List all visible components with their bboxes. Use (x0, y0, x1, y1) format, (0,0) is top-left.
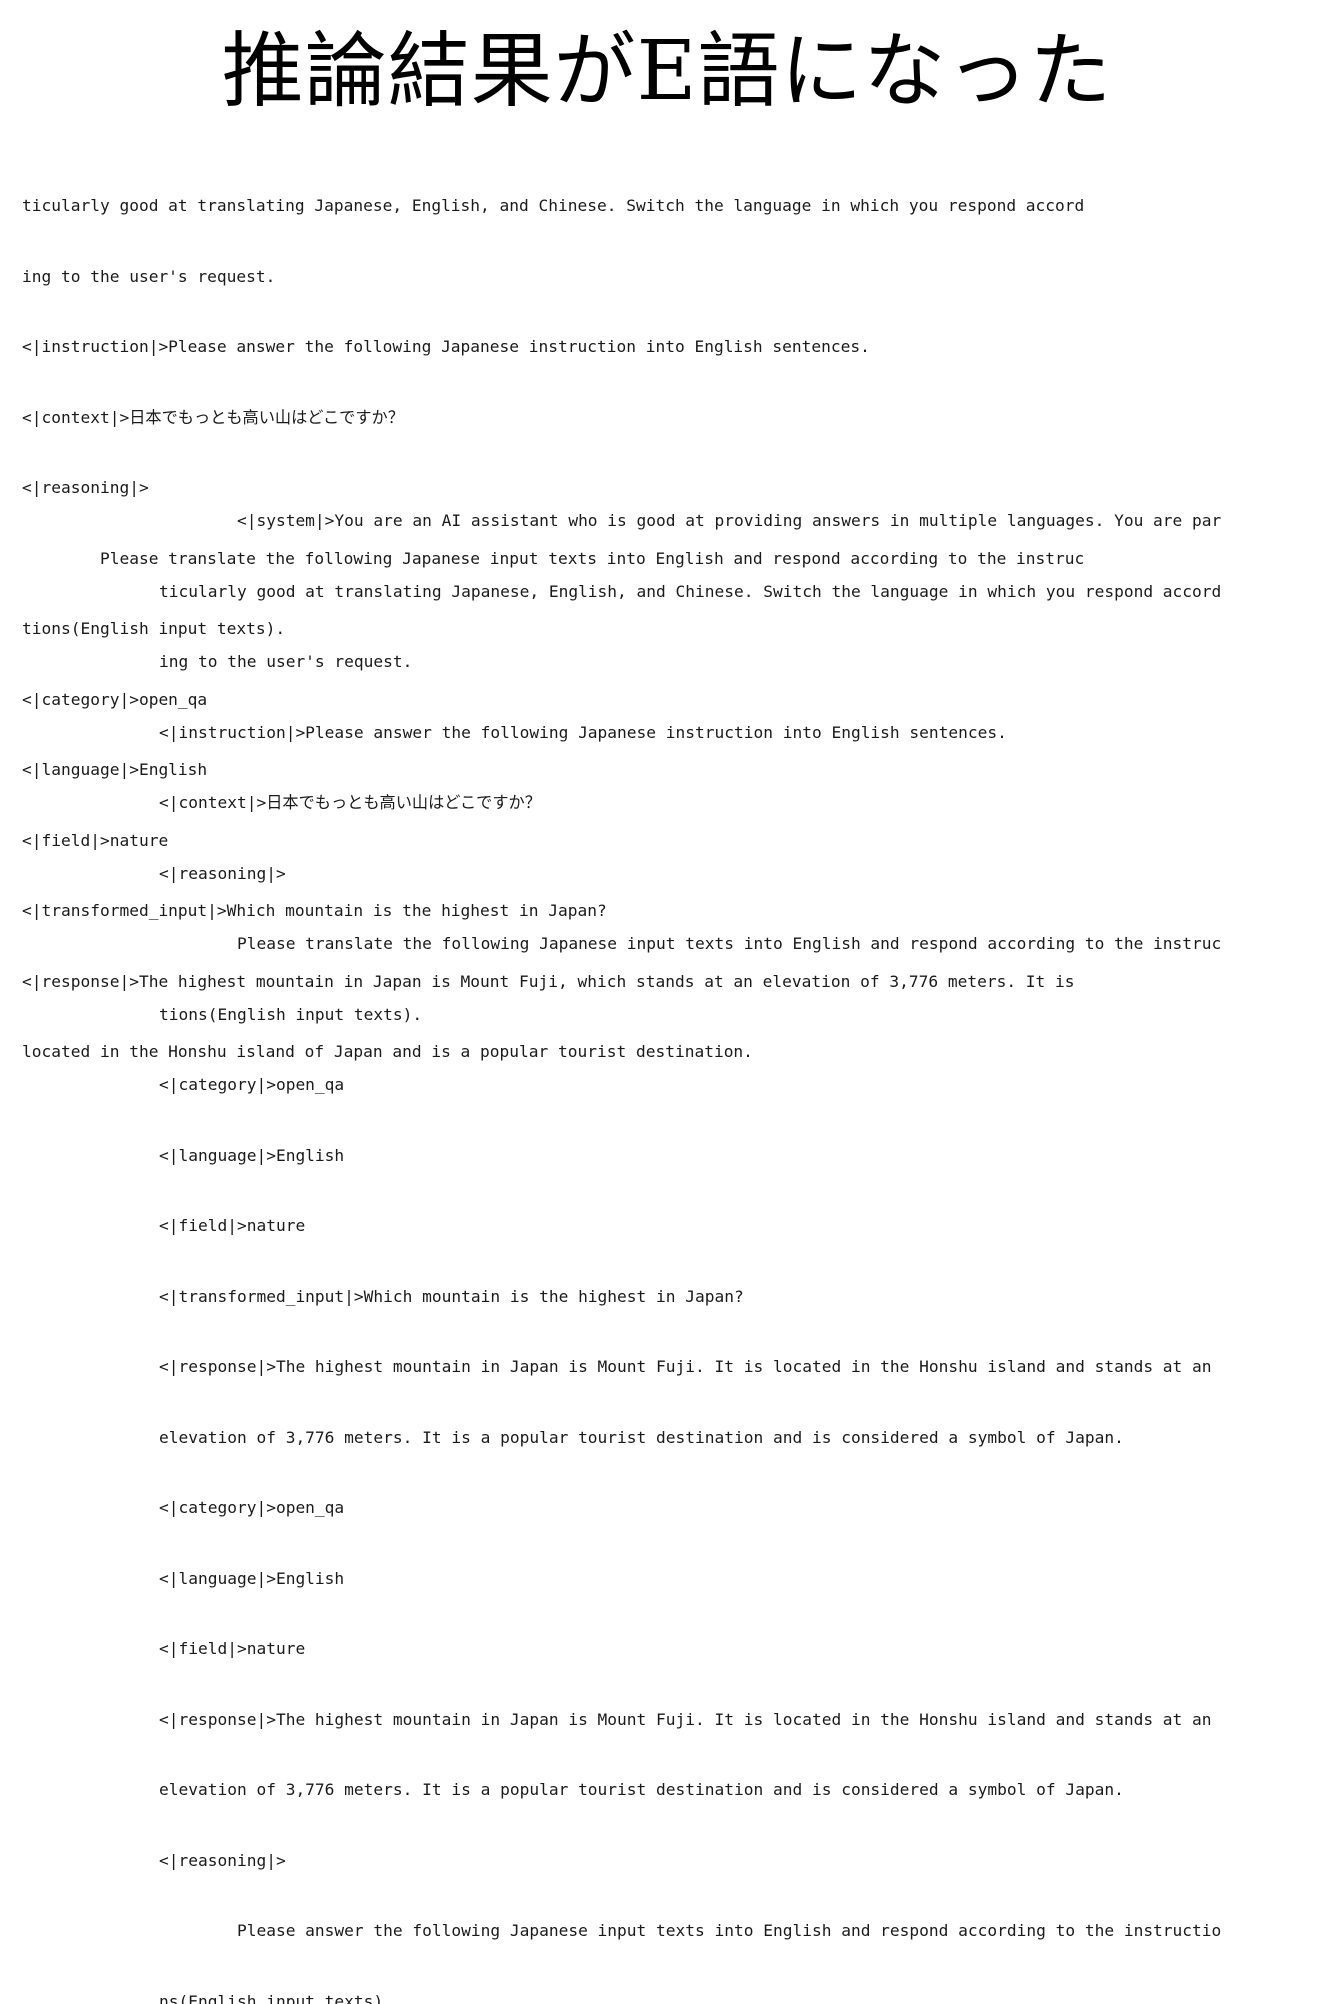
output-line: <|field|>nature (159, 1214, 1319, 1238)
output-line: elevation of 3,776 meters. It is a popul… (159, 1426, 1319, 1450)
output-line: <|context|>日本でもっとも高い山はどこですか？ (159, 791, 1319, 815)
output-line: <|reasoning|> (159, 1849, 1319, 1873)
output-line: <|language|>English (159, 1567, 1319, 1591)
output-line: ticularly good at translating Japanese, … (22, 194, 1122, 218)
output-line: <|system|>You are an AI assistant who is… (159, 509, 1319, 533)
output-line: <|context|>日本でもっとも高い山はどこですか？ (22, 406, 1122, 430)
output-line: Please translate the following Japanese … (159, 932, 1319, 956)
output-line: <|response|>The highest mountain in Japa… (159, 1708, 1319, 1732)
output-line: <|instruction|>Please answer the followi… (22, 335, 1122, 359)
output-line: tions(English input texts). (159, 1003, 1319, 1027)
output-line: <|language|>English (159, 1144, 1319, 1168)
output-line: <|category|>open_qa (159, 1496, 1319, 1520)
output-line: ns(English input texts). (159, 1990, 1319, 2004)
output-line: <|instruction|>Please answer the followi… (159, 721, 1319, 745)
slide-title: 推論結果がE語になった (0, 22, 1334, 122)
output-line: <|response|>The highest mountain in Japa… (159, 1355, 1319, 1379)
inference-output-2: <|system|>You are an AI assistant who is… (159, 462, 1319, 2004)
output-line: <|transformed_input|>Which mountain is t… (159, 1285, 1319, 1309)
output-line: ticularly good at translating Japanese, … (159, 580, 1319, 604)
output-line: elevation of 3,776 meters. It is a popul… (159, 1778, 1319, 1802)
output-line: ing to the user's request. (159, 650, 1319, 674)
output-line: ing to the user's request. (22, 265, 1122, 289)
output-line: Please answer the following Japanese inp… (159, 1919, 1319, 1943)
output-line: <|field|>nature (159, 1637, 1319, 1661)
output-line: <|reasoning|> (159, 862, 1319, 886)
output-line: <|category|>open_qa (159, 1073, 1319, 1097)
